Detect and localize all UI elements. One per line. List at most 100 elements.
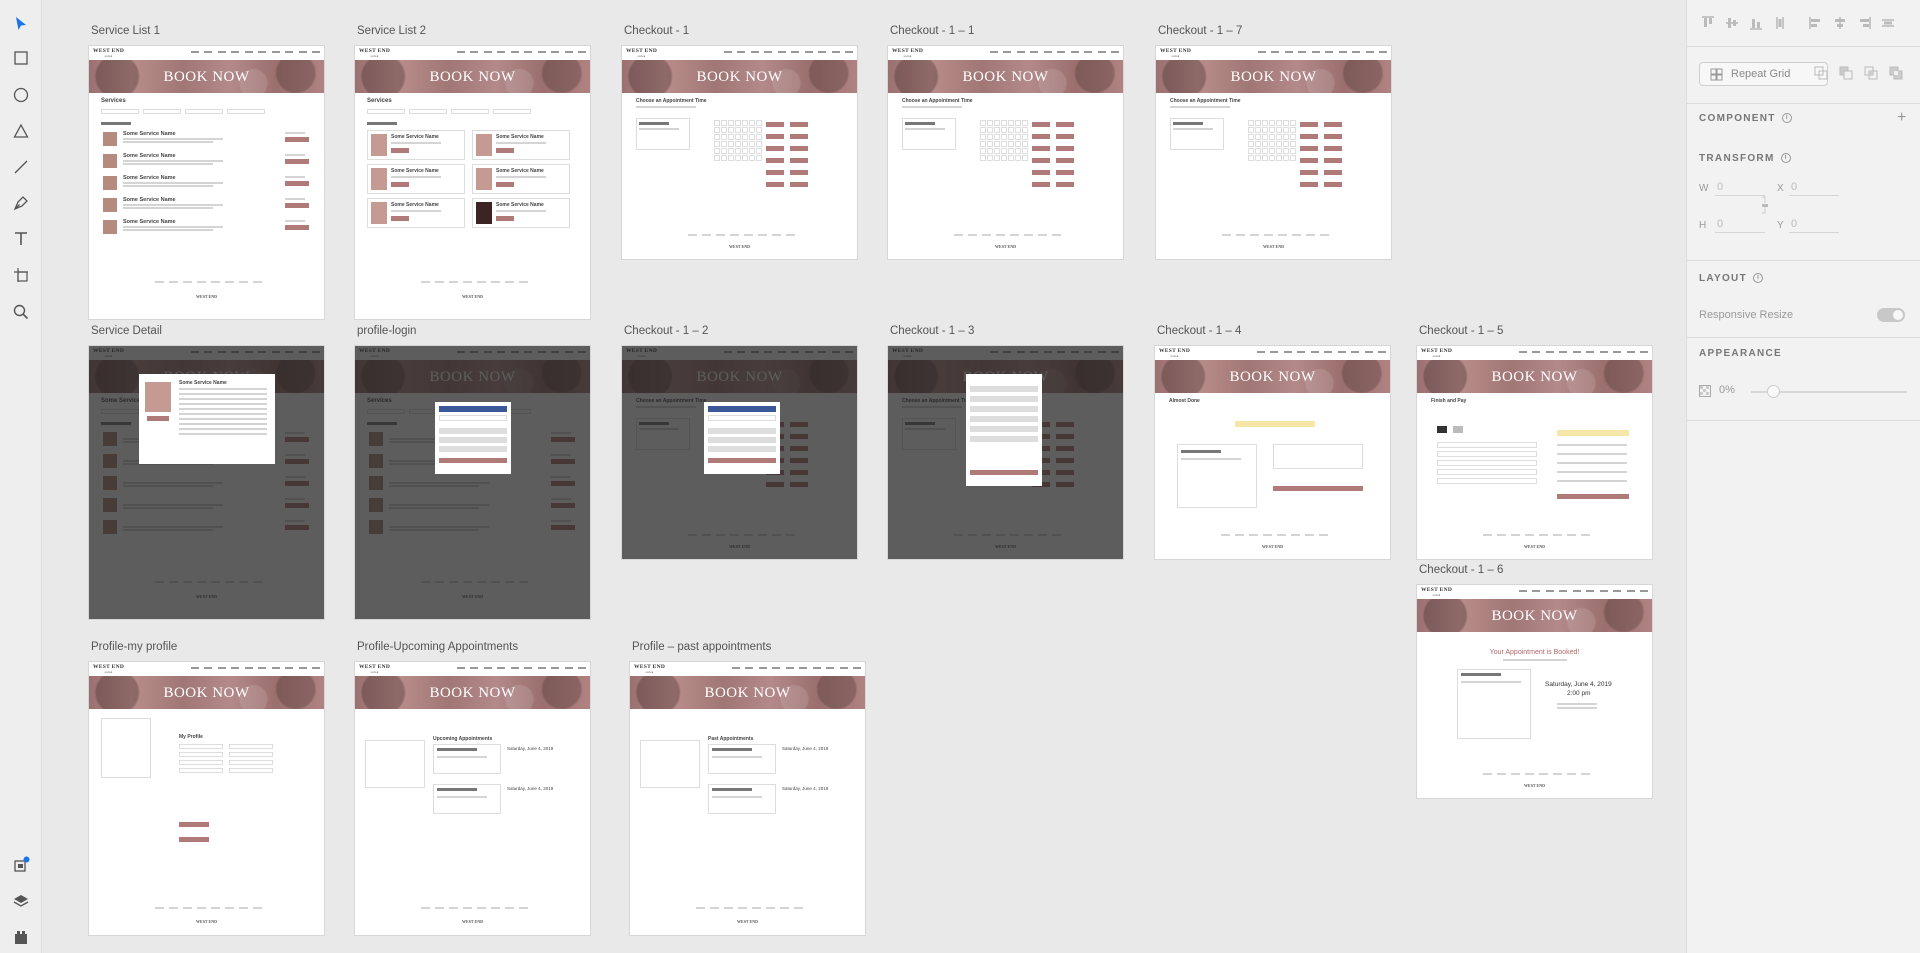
- profile-field[interactable]: [179, 768, 223, 773]
- book-button[interactable]: [1324, 170, 1342, 175]
- filter-field[interactable]: [143, 109, 181, 114]
- notes-textarea[interactable]: [1273, 444, 1363, 469]
- repeat-grid-button[interactable]: Repeat Grid: [1699, 62, 1828, 86]
- calendar-day[interactable]: [1290, 134, 1296, 140]
- calendar-day[interactable]: [994, 155, 1000, 161]
- book-button[interactable]: [179, 837, 209, 842]
- calendar-day[interactable]: [980, 134, 986, 140]
- book-button[interactable]: [179, 822, 209, 827]
- ellipse-icon[interactable]: [9, 83, 33, 107]
- book-button[interactable]: [790, 170, 808, 175]
- calendar-day[interactable]: [721, 127, 727, 133]
- calendar-day[interactable]: [714, 141, 720, 147]
- book-button[interactable]: [1300, 182, 1318, 187]
- calendar-day[interactable]: [1248, 155, 1254, 161]
- calendar-day[interactable]: [1001, 134, 1007, 140]
- calendar-day[interactable]: [1248, 120, 1254, 126]
- calendar-day[interactable]: [749, 127, 755, 133]
- book-button[interactable]: [391, 182, 409, 187]
- calendar-day[interactable]: [1290, 120, 1296, 126]
- calendar-day[interactable]: [728, 155, 734, 161]
- book-button[interactable]: [790, 134, 808, 139]
- login-field[interactable]: [708, 446, 776, 452]
- modal-overlay[interactable]: [355, 346, 590, 619]
- plugins-icon[interactable]: [9, 925, 33, 949]
- book-button[interactable]: [1032, 134, 1050, 139]
- calendar-day[interactable]: [1283, 141, 1289, 147]
- artboard-title[interactable]: Checkout - 1: [624, 25, 689, 37]
- artboard[interactable]: Checkout - 1 – 1 WEST END salon BOOK NOW Cho…: [888, 25, 1123, 259]
- calendar-day[interactable]: [742, 127, 748, 133]
- calendar-day[interactable]: [1001, 127, 1007, 133]
- book-button[interactable]: [496, 148, 514, 153]
- calendar-day[interactable]: [728, 127, 734, 133]
- book-button[interactable]: [970, 470, 1038, 475]
- calendar-day[interactable]: [1262, 141, 1268, 147]
- calendar-day[interactable]: [1015, 127, 1021, 133]
- book-button[interactable]: [285, 159, 309, 164]
- calendar-day[interactable]: [1015, 134, 1021, 140]
- calendar-day[interactable]: [1015, 141, 1021, 147]
- calendar-day[interactable]: [987, 155, 993, 161]
- profile-field[interactable]: [229, 768, 273, 773]
- calendar-day[interactable]: [1262, 148, 1268, 154]
- artboard-title[interactable]: profile-login: [357, 325, 416, 337]
- artboard[interactable]: profile-login WEST ENDsalonBOOK NOWServic…: [355, 325, 590, 619]
- book-button[interactable]: [496, 216, 514, 221]
- signup-field[interactable]: [970, 416, 1038, 422]
- calendar-day[interactable]: [1276, 127, 1282, 133]
- artboard-title[interactable]: Checkout - 1 – 5: [1419, 325, 1503, 337]
- calendar-day[interactable]: [714, 127, 720, 133]
- calendar-day[interactable]: [1269, 155, 1275, 161]
- calendar-day[interactable]: [1269, 148, 1275, 154]
- filter-field[interactable]: [367, 109, 405, 114]
- login-field[interactable]: [439, 428, 507, 434]
- opacity-value[interactable]: 0%: [1719, 384, 1735, 396]
- calendar-day[interactable]: [1255, 134, 1261, 140]
- profile-field[interactable]: [179, 752, 223, 757]
- y-input[interactable]: 0: [1791, 218, 1797, 230]
- book-button[interactable]: [1056, 158, 1074, 163]
- profile-field[interactable]: [179, 760, 223, 765]
- book-button[interactable]: [766, 134, 784, 139]
- boolean-exclude-icon[interactable]: [1889, 66, 1903, 85]
- calendar-day[interactable]: [1269, 120, 1275, 126]
- book-button[interactable]: [391, 216, 409, 221]
- payment-field[interactable]: [1437, 451, 1537, 457]
- calendar-day[interactable]: [728, 141, 734, 147]
- calendar-day[interactable]: [1248, 134, 1254, 140]
- book-button[interactable]: [285, 203, 309, 208]
- book-button[interactable]: [790, 146, 808, 151]
- align-center-icon[interactable]: [1831, 14, 1849, 32]
- distribute-icon[interactable]: [1771, 14, 1789, 32]
- calendar-day[interactable]: [1022, 155, 1028, 161]
- calendar-day[interactable]: [1001, 120, 1007, 126]
- google-login-button[interactable]: [708, 415, 776, 421]
- book-button[interactable]: [1056, 134, 1074, 139]
- calendar-day[interactable]: [980, 127, 986, 133]
- calendar-day[interactable]: [1022, 120, 1028, 126]
- calendar-day[interactable]: [735, 141, 741, 147]
- calendar-day[interactable]: [1290, 127, 1296, 133]
- calendar-day[interactable]: [742, 155, 748, 161]
- calendar-day[interactable]: [756, 148, 762, 154]
- calendar-day[interactable]: [1276, 120, 1282, 126]
- signup-field[interactable]: [970, 436, 1038, 442]
- calendar-day[interactable]: [735, 134, 741, 140]
- design-canvas[interactable]: Service List 1 WEST END salon BOOK NOW Servi…: [43, 0, 1686, 953]
- artboard-title[interactable]: Service Detail: [91, 325, 162, 337]
- calendar-day[interactable]: [721, 148, 727, 154]
- artboard[interactable]: Checkout - 1 – 5 WEST END salon BOOK NOW Fin…: [1417, 325, 1652, 559]
- book-button[interactable]: [439, 458, 507, 463]
- calendar-day[interactable]: [994, 134, 1000, 140]
- book-button[interactable]: [766, 122, 784, 127]
- book-button[interactable]: [1032, 182, 1050, 187]
- artboard[interactable]: Checkout - 1 – 3 WEST ENDsalonBOOK NOWCho…: [888, 325, 1123, 559]
- book-button[interactable]: [1300, 158, 1318, 163]
- filter-field[interactable]: [451, 109, 489, 114]
- book-button[interactable]: [766, 182, 784, 187]
- calendar-day[interactable]: [980, 120, 986, 126]
- book-button[interactable]: [1324, 134, 1342, 139]
- book-button[interactable]: [766, 146, 784, 151]
- book-button[interactable]: [1032, 146, 1050, 151]
